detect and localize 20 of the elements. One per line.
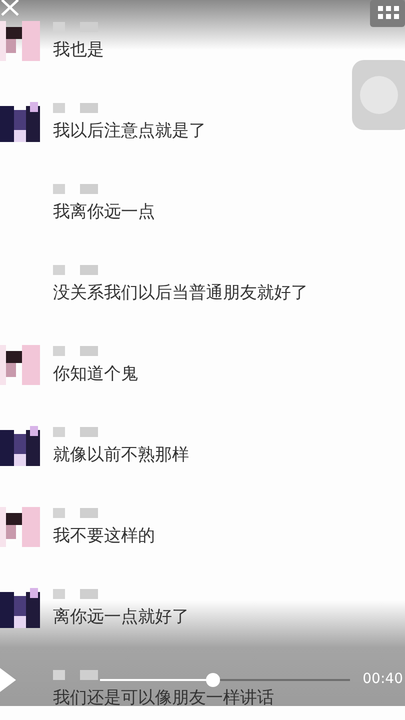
play-icon[interactable] [0,668,16,692]
message-text: 离你远一点就好了 [53,606,189,628]
message-text: 我以后注意点就是了 [53,120,206,142]
avatar-drawing [0,345,40,385]
avatar-drawing [0,426,40,466]
avatar-drawing [0,588,40,628]
message-text: 就像以前不熟那样 [53,444,189,466]
message-text: 我们还是可以像朋友一样讲话 [53,687,274,709]
avatar-drawing [0,102,40,142]
seek-slider[interactable] [100,673,350,687]
message-text: 我不要这样的 [53,525,155,547]
message-text: 我也是 [53,39,104,61]
total-time: 00:40 [362,671,403,687]
avatar-drawing [0,21,40,61]
close-icon[interactable] [0,0,20,16]
message-text: 我离你远一点 [53,201,155,223]
grid-menu-icon[interactable] [370,0,405,27]
message-text: 你知道个鬼 [53,363,138,385]
avatar-drawing [0,507,40,547]
message-text: 没关系我们以后当普通朋友就好了 [53,282,308,304]
